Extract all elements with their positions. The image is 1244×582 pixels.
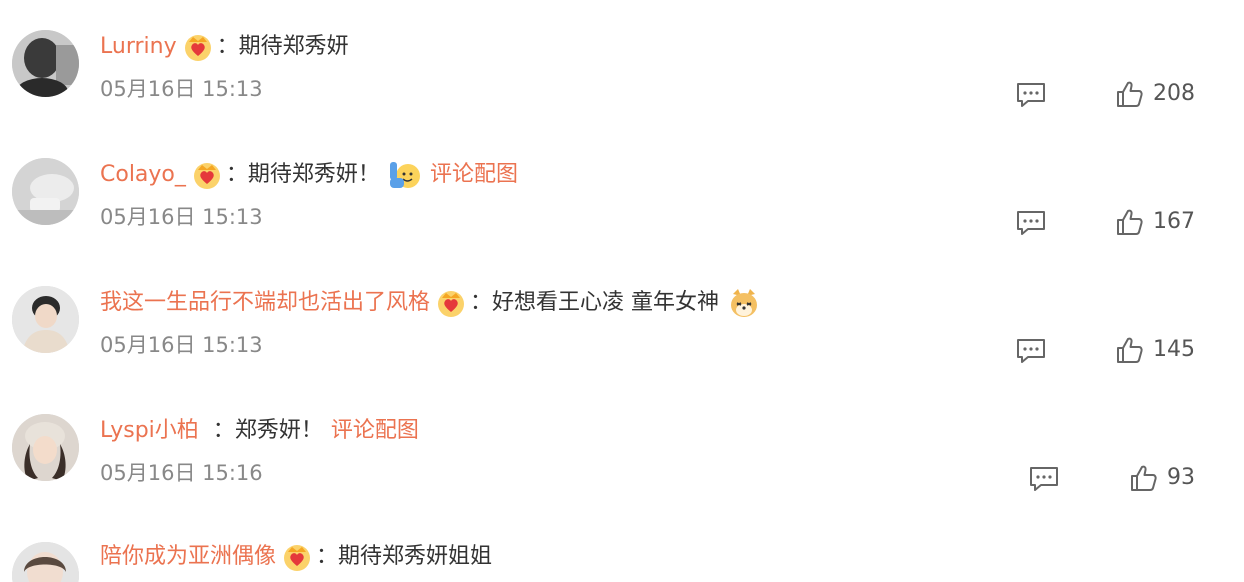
like-button[interactable]: 208 — [1115, 80, 1195, 108]
username-link[interactable]: 我这一生品行不端却也活出了风格 — [100, 286, 430, 320]
comment-image-link[interactable]: 评论配图 — [331, 414, 419, 448]
thumbs-up-icon — [1115, 336, 1143, 364]
comment-timestamp: 05月16日 15:13 — [100, 77, 263, 101]
username-link[interactable]: 陪你成为亚洲偶像 — [100, 540, 276, 574]
comment-line: 我这一生品行不端却也活出了风格 ： 好想看王心凌 童年女神 — [100, 286, 761, 320]
comment-line: Colayo_ ： 期待郑秀妍！ 评论配图 — [100, 158, 518, 192]
thumbs-up-icon — [1115, 208, 1143, 236]
comment-timestamp: 05月16日 15:13 — [100, 205, 263, 229]
comment-reply-icon[interactable] — [1016, 338, 1046, 364]
avatar[interactable] — [12, 30, 79, 97]
comment-feed: Lurriny ： 期待郑秀妍 05月16日 15:13 208 Colayo_… — [0, 0, 1244, 582]
comment-reply-icon[interactable] — [1016, 210, 1046, 236]
shiba-dog-emoji-icon — [727, 286, 761, 320]
comment-item: 我这一生品行不端却也活出了风格 ： 好想看王心凌 童年女神 05月16日 15:… — [0, 286, 1244, 414]
like-count: 93 — [1167, 465, 1195, 490]
vip-crown-heart-icon — [192, 160, 222, 190]
comment-item: 陪你成为亚洲偶像 ： 期待郑秀妍姐姐 — [0, 540, 1244, 582]
username-link[interactable]: Colayo_ — [100, 158, 186, 192]
comment-separator: ： — [470, 290, 493, 315]
username-link[interactable]: Lurriny — [100, 30, 177, 64]
comment-text: 好想看王心凌 童年女神 — [492, 290, 720, 315]
avatar[interactable] — [12, 542, 79, 582]
avatar[interactable] — [12, 158, 79, 225]
comment-reply-icon[interactable] — [1029, 466, 1059, 492]
vip-crown-heart-icon — [282, 542, 312, 572]
comment-separator: ： — [316, 544, 339, 569]
vip-crown-heart-icon — [183, 32, 213, 62]
comment-separator: ： — [225, 162, 248, 187]
comment-item: Colayo_ ： 期待郑秀妍！ 评论配图 05月16日 15:13 167 — [0, 158, 1244, 286]
comment-separator: ： — [216, 34, 239, 59]
comment-image-link[interactable]: 评论配图 — [430, 158, 518, 192]
comment-item: Lyspi小柏 ： 郑秀妍！ 评论配图 05月16日 15:16 93 — [0, 414, 1244, 542]
like-button[interactable]: 93 — [1129, 464, 1195, 492]
username-link[interactable]: Lyspi小柏 — [100, 414, 199, 448]
like-count: 145 — [1153, 337, 1195, 362]
raised-hand-smile-emoji-icon — [388, 158, 422, 192]
like-count: 208 — [1153, 81, 1195, 106]
comment-item: Lurriny ： 期待郑秀妍 05月16日 15:13 208 — [0, 30, 1244, 158]
comment-separator: ： — [212, 418, 235, 443]
like-button[interactable]: 167 — [1115, 208, 1195, 236]
comment-line: Lyspi小柏 ： 郑秀妍！ 评论配图 — [100, 414, 419, 448]
like-count: 167 — [1153, 209, 1195, 234]
comment-text: 期待郑秀妍 — [238, 34, 349, 59]
comment-timestamp: 05月16日 15:13 — [100, 333, 263, 357]
like-button[interactable]: 145 — [1115, 336, 1195, 364]
vip-crown-heart-icon — [436, 288, 466, 318]
comment-timestamp: 05月16日 15:16 — [100, 461, 263, 485]
comment-line: Lurriny ： 期待郑秀妍 — [100, 30, 349, 64]
comment-reply-icon[interactable] — [1016, 82, 1046, 108]
comment-text: 郑秀妍！ — [234, 418, 323, 443]
thumbs-up-icon — [1129, 464, 1157, 492]
comment-text: 期待郑秀妍！ — [247, 162, 380, 187]
thumbs-up-icon — [1115, 80, 1143, 108]
avatar[interactable] — [12, 286, 79, 353]
comment-text: 期待郑秀妍姐姐 — [338, 544, 493, 569]
avatar[interactable] — [12, 414, 79, 481]
comment-line: 陪你成为亚洲偶像 ： 期待郑秀妍姐姐 — [100, 540, 492, 574]
